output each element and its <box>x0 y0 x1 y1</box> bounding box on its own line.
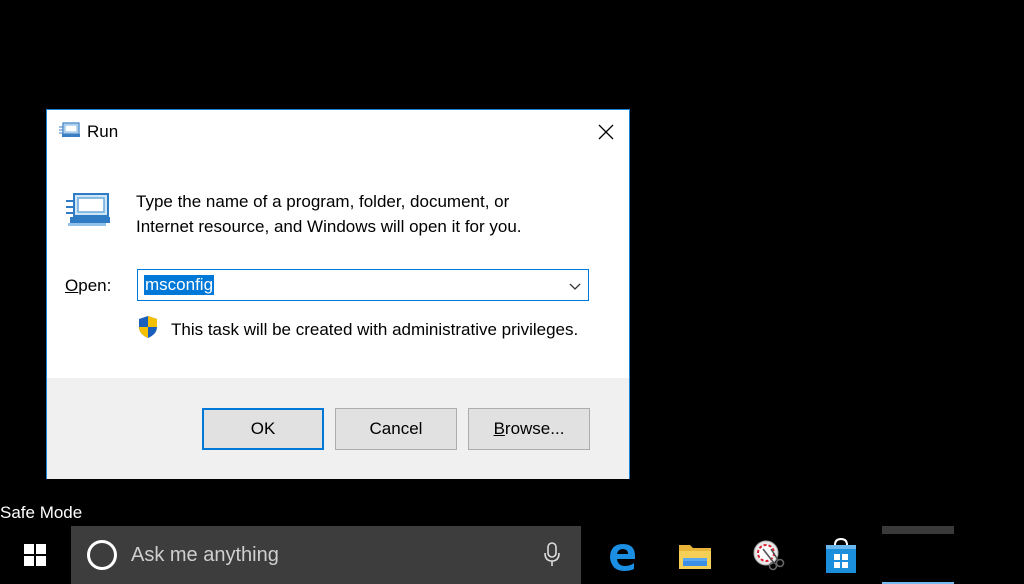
admin-privileges-note: This task will be created with administr… <box>171 320 579 339</box>
windows-start-icon <box>24 544 46 566</box>
safe-mode-label: Safe Mode <box>0 503 83 522</box>
close-button[interactable] <box>583 110 629 154</box>
store-taskbar-button[interactable] <box>812 534 870 578</box>
dialog-description: Type the name of a program, folder, docu… <box>136 192 522 236</box>
uac-shield-icon <box>137 315 159 339</box>
browse-button[interactable]: Browse... <box>468 408 590 450</box>
search-placeholder[interactable]: Ask me anything <box>131 544 279 567</box>
run-large-icon <box>65 190 111 230</box>
file-explorer-taskbar-button[interactable] <box>666 534 724 578</box>
run-icon <box>59 122 81 138</box>
snipping-tool-taskbar-button[interactable] <box>739 534 797 578</box>
start-button[interactable] <box>0 526 70 584</box>
dialog-title: Run <box>87 122 119 141</box>
edge-icon <box>610 544 635 571</box>
ok-button[interactable]: OK <box>202 408 324 450</box>
open-label: Open: <box>65 276 112 295</box>
cortana-icon[interactable] <box>87 540 117 570</box>
run-dialog: Run Type the name of a program, folder, … <box>46 109 630 479</box>
microphone-icon[interactable] <box>543 542 561 568</box>
dialog-titlebar[interactable]: Run <box>47 110 629 154</box>
dialog-footer: OK Cancel Browse... <box>47 378 629 479</box>
close-icon <box>598 124 614 140</box>
chevron-down-icon[interactable] <box>568 279 582 293</box>
taskbar-running-app-indicator[interactable] <box>882 526 954 534</box>
taskbar: Ask me anything <box>0 526 1024 584</box>
open-input[interactable]: msconfig <box>144 275 215 295</box>
edge-taskbar-button[interactable] <box>593 534 651 578</box>
open-combobox[interactable]: msconfig <box>137 269 589 301</box>
search-box[interactable]: Ask me anything <box>71 526 581 584</box>
file-explorer-icon <box>679 545 711 569</box>
snipping-tool-icon <box>753 540 785 571</box>
store-icon <box>826 537 856 573</box>
cancel-button[interactable]: Cancel <box>335 408 457 450</box>
